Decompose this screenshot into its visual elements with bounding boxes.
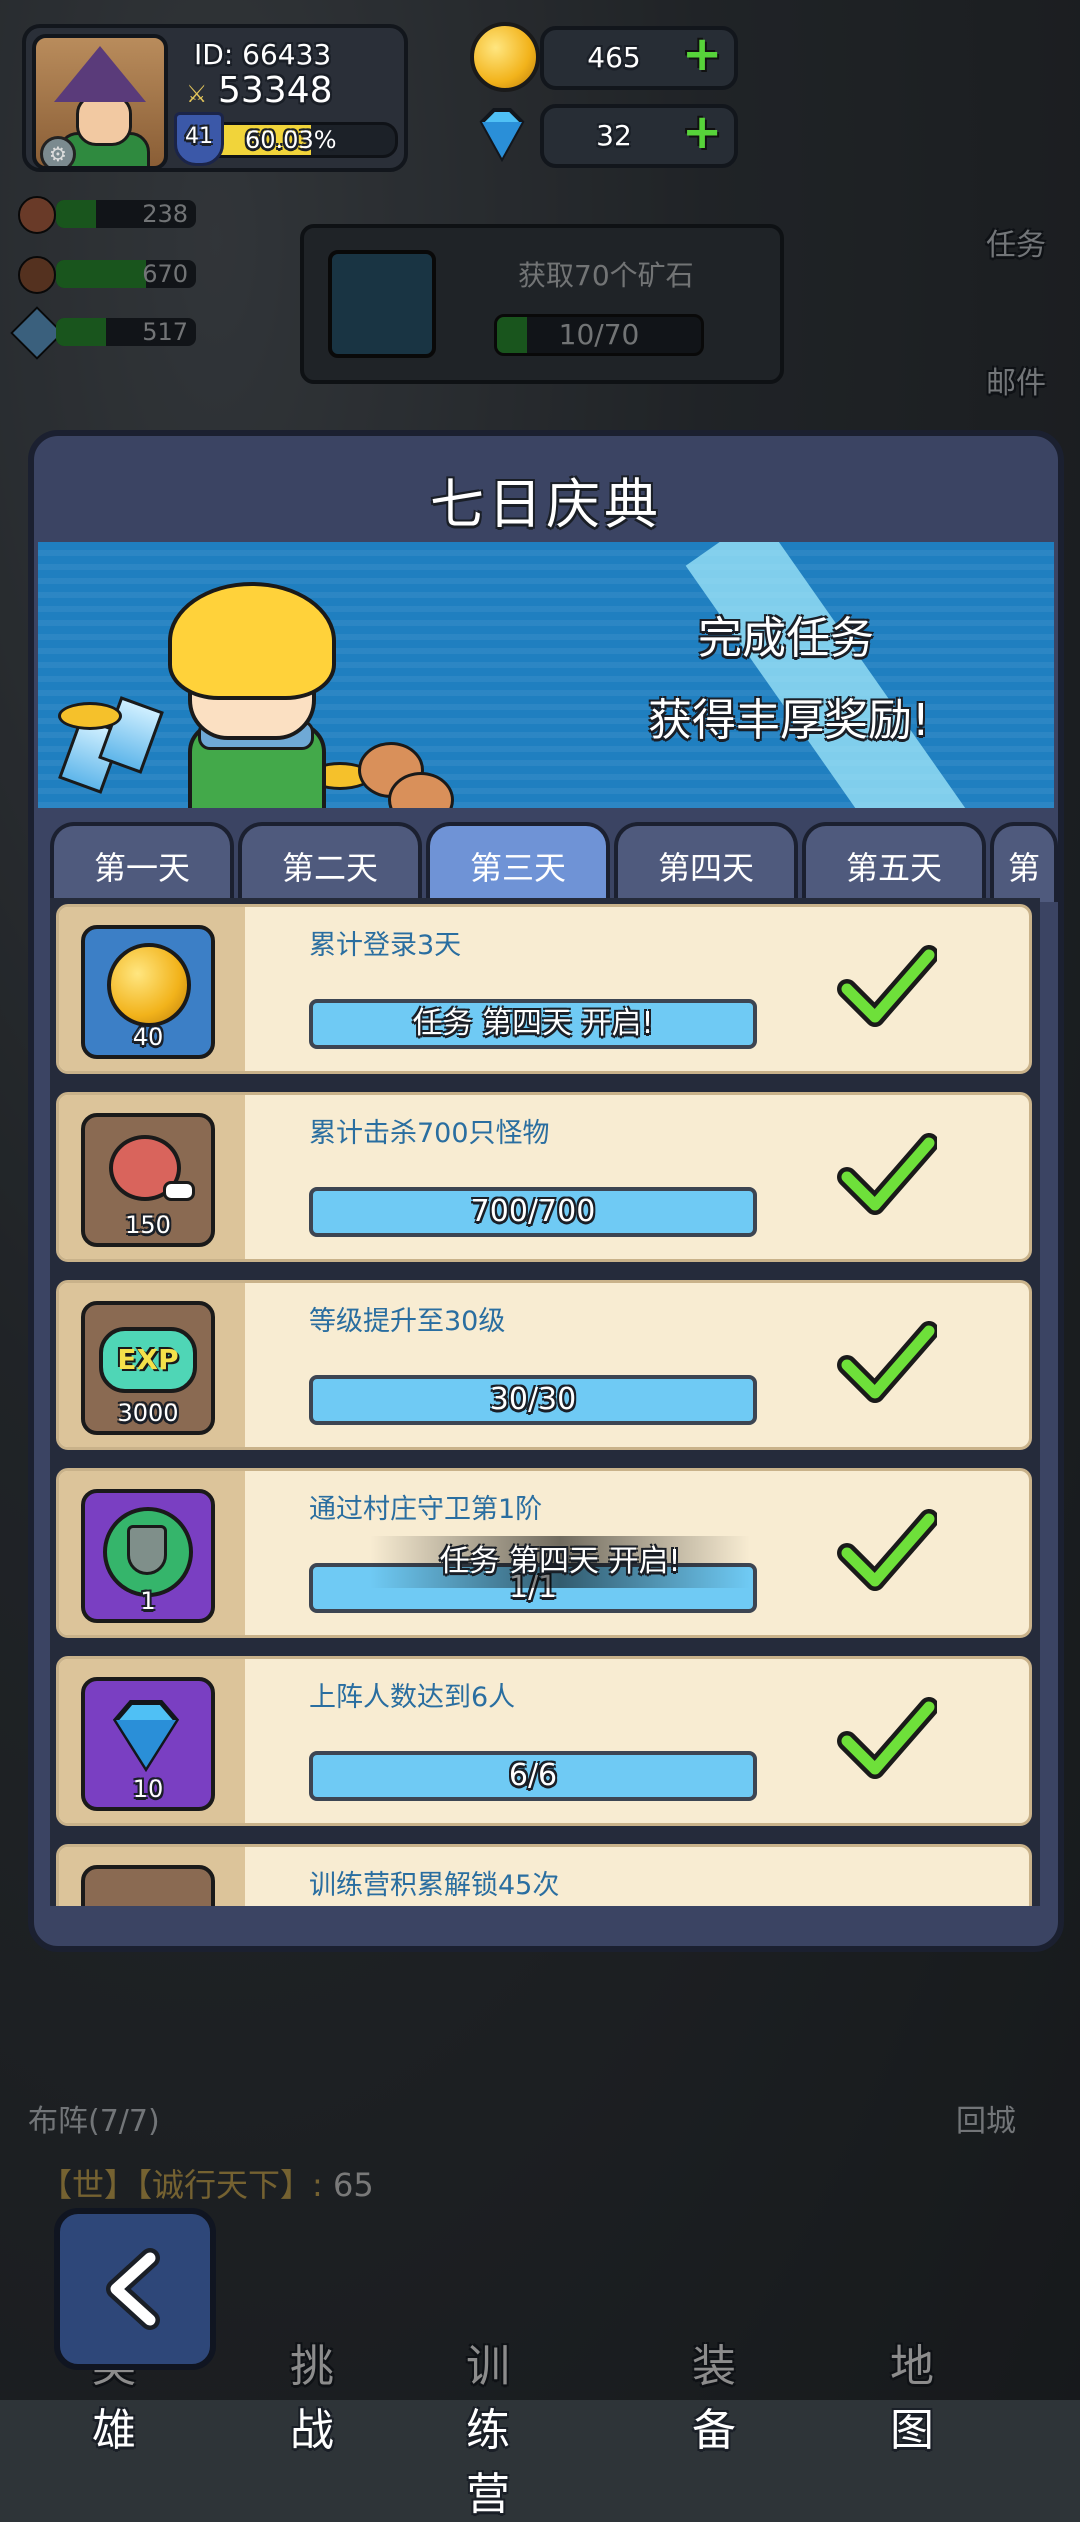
gold-row: 465 + [540, 26, 738, 90]
seven-day-event-panel: 七日庆典 完成任务 获得丰厚奖励! 第一天 第二天 第三天 第四天 第五天 第 … [28, 430, 1064, 1952]
banner-line-2: 获得丰厚奖励! [648, 695, 930, 746]
chevron-left-icon [106, 2248, 160, 2330]
gem-value: 32 [596, 119, 632, 152]
tab-day-3[interactable]: 第三天 [426, 822, 610, 902]
gem-row: 32 + [540, 104, 738, 168]
unlock-toast: 任务 第四天 开启! [370, 1536, 750, 1588]
tab-day-4[interactable]: 第四天 [614, 822, 798, 902]
gold-coin-icon [107, 943, 191, 1027]
task-progress: 700/700 [309, 1187, 757, 1237]
reward-qty: 150 [125, 1211, 171, 1239]
xp-percent: 60.03% [245, 126, 337, 154]
task-card: 10 上阵人数达到6人 6/6 [56, 1656, 1032, 1826]
reward-qty: 10 [132, 1775, 164, 1803]
checkmark-icon [837, 945, 937, 1027]
reward-slot[interactable]: 10 [81, 1677, 215, 1811]
tab-day-5[interactable]: 第五天 [802, 822, 986, 902]
panel-title: 七日庆典 [430, 473, 662, 536]
settings-gear-icon[interactable]: ⚙ [40, 136, 76, 166]
checkmark-icon [837, 1133, 937, 1215]
task-title: 累计击杀700只怪物 [309, 1118, 550, 1149]
gold-coin-icon [470, 22, 540, 92]
task-title: 通过村庄守卫第1阶 [309, 1494, 543, 1525]
reward-slot[interactable]: 1 [81, 1489, 215, 1623]
task-progress: 任务 第四天 开启! [309, 999, 757, 1049]
swords-icon: ⚔ [186, 80, 208, 108]
task-card: 训练营积累解锁45次 [56, 1844, 1032, 1906]
reward-qty: 40 [132, 1023, 164, 1051]
event-banner: 完成任务 获得丰厚奖励! [38, 542, 1054, 808]
diamond-icon [112, 1700, 180, 1773]
task-title: 上阵人数达到6人 [309, 1682, 516, 1713]
task-progress: 30/30 [309, 1375, 757, 1425]
tab-day-2[interactable]: 第二天 [238, 822, 422, 902]
reward-slot[interactable]: 40 [81, 925, 215, 1059]
reward-slot[interactable] [81, 1865, 215, 1906]
task-list[interactable]: 40 累计登录3天 任务 第四天 开启! 150 累计击杀700只怪物 700/… [50, 898, 1040, 1906]
add-gems-button[interactable]: + [682, 108, 722, 156]
combat-power: 53348 [218, 70, 333, 111]
diamond-icon [479, 108, 525, 163]
checkmark-icon [837, 1509, 937, 1591]
player-card[interactable]: ⚙ ID: 66433 ⚔ 53348 60.03% 41 [22, 24, 408, 172]
back-button[interactable] [54, 2208, 216, 2370]
task-title: 等级提升至30级 [309, 1306, 506, 1337]
player-id: ID: 66433 [194, 38, 332, 71]
task-card: 40 累计登录3天 任务 第四天 开启! [56, 904, 1032, 1074]
checkmark-icon [837, 1697, 937, 1779]
gold-value: 465 [587, 41, 641, 74]
task-card: EXP 3000 等级提升至30级 30/30 [56, 1280, 1032, 1450]
tab-day-6-partial[interactable]: 第 [990, 822, 1058, 902]
reward-qty: 1 [140, 1587, 156, 1615]
add-gold-button[interactable]: + [682, 30, 722, 78]
task-progress: 6/6 [309, 1751, 757, 1801]
tab-day-1[interactable]: 第一天 [50, 822, 234, 902]
banner-line-1: 完成任务 [698, 613, 874, 664]
reward-slot[interactable]: 150 [81, 1113, 215, 1247]
avatar[interactable]: ⚙ [32, 34, 168, 170]
task-title: 累计登录3天 [309, 930, 462, 961]
reward-slot[interactable]: EXP 3000 [81, 1301, 215, 1435]
exp-icon: EXP [99, 1327, 197, 1393]
checkmark-icon [837, 1321, 937, 1403]
shield-badge-icon [103, 1507, 193, 1597]
task-title: 训练营积累解锁45次 [309, 1870, 560, 1901]
level-shield-icon: 41 [174, 112, 224, 166]
reward-qty: 3000 [117, 1399, 179, 1427]
task-card: 150 累计击杀700只怪物 700/700 [56, 1092, 1032, 1262]
